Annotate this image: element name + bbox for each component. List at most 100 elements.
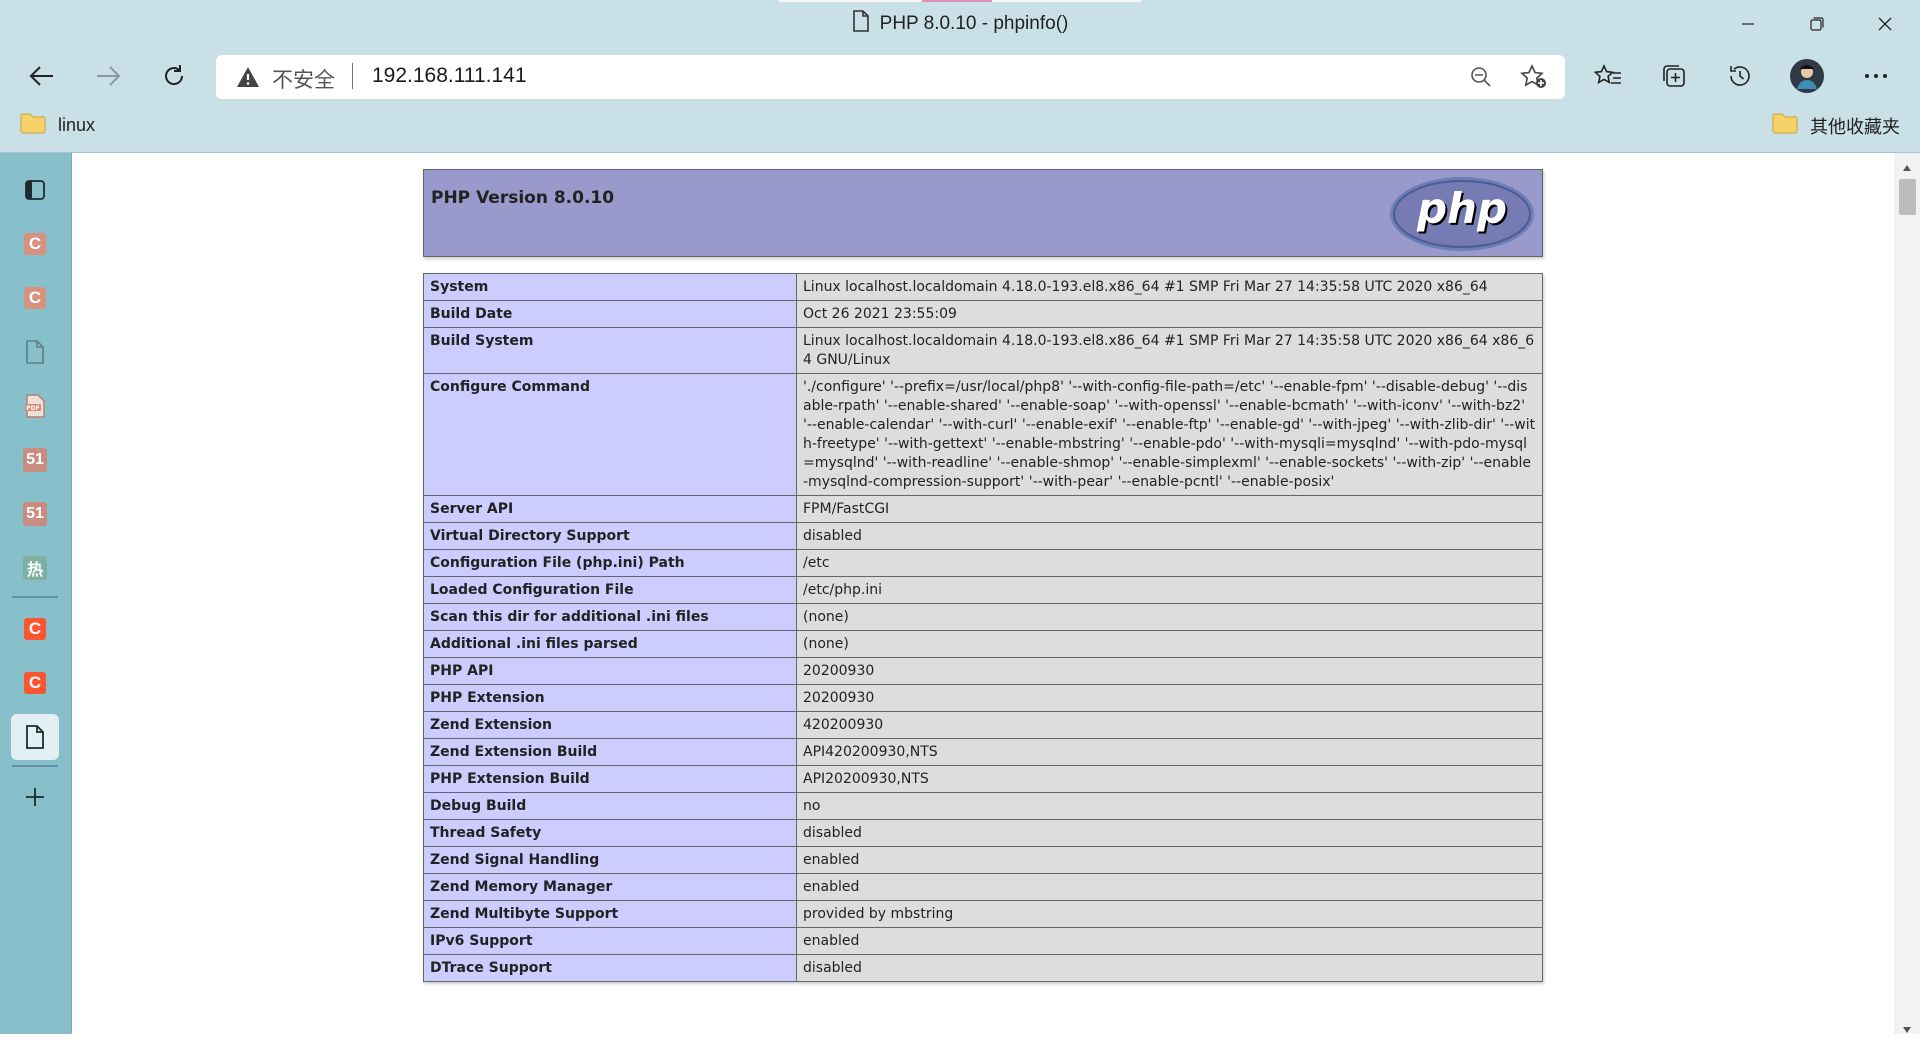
row-label: Debug Build: [423, 792, 797, 820]
table-row: Zend Multibyte Support provided by mbstri…: [423, 900, 1543, 928]
sidebar-tab[interactable]: C: [11, 606, 59, 652]
phpinfo-header: PHP Version 8.0.10 php php: [423, 169, 1543, 257]
sidebar-tab[interactable]: C: [11, 275, 59, 321]
zoom-out-icon[interactable]: [1465, 62, 1497, 92]
close-button[interactable]: [1865, 8, 1905, 40]
php-logo-text: php: [1416, 184, 1507, 233]
page-icon: [852, 10, 870, 38]
sidebar-tab[interactable]: PDF: [11, 383, 59, 429]
table-row: Configure Command './configure' '--prefix…: [423, 373, 1543, 496]
row-value: /etc: [796, 549, 1543, 577]
sidebar-tab[interactable]: 51: [11, 491, 59, 537]
row-label: System: [423, 273, 797, 301]
collections-icon: [1663, 65, 1685, 87]
page-icon: [26, 725, 44, 749]
scroll-down-icon[interactable]: [1902, 1021, 1912, 1039]
row-value: enabled: [796, 873, 1543, 901]
row-value: /etc/php.ini: [796, 576, 1543, 604]
forward-button[interactable]: [88, 58, 128, 94]
row-label: Zend Memory Manager: [423, 873, 797, 901]
row-value: disabled: [796, 954, 1543, 982]
vertical-scrollbar[interactable]: [1894, 153, 1920, 1034]
vertical-tabs-sidebar: C C PDF 51 51 热 C C: [0, 153, 72, 1034]
sidebar-divider: [12, 596, 58, 598]
sidebar-tab[interactable]: 51: [11, 437, 59, 483]
sidebar-tab[interactable]: 热: [11, 545, 59, 591]
restore-button[interactable]: [1797, 8, 1837, 40]
table-row: Debug Build no: [423, 792, 1543, 820]
bookmark-folder-linux[interactable]: linux: [20, 112, 95, 139]
warning-icon[interactable]: [236, 66, 260, 93]
more-icon: [1865, 74, 1887, 78]
add-favorite-icon[interactable]: [1517, 62, 1551, 92]
phpinfo-container: PHP Version 8.0.10 php php System Linux l…: [423, 169, 1543, 982]
table-row: Loaded Configuration File/etc/php.ini: [423, 576, 1543, 604]
window-title: PHP 8.0.10 - phpinfo(): [0, 10, 1920, 38]
table-row: Virtual Directory Support disabled: [423, 522, 1543, 550]
bookmarks-bar: linux 其他收藏夹: [0, 102, 1920, 153]
bookmark-label: linux: [58, 115, 96, 135]
row-value: API420200930,NTS: [796, 738, 1543, 766]
row-value: (none): [796, 630, 1543, 658]
url-text[interactable]: 192.168.111.141: [372, 64, 527, 88]
table-row: Zend Extension 420200930: [423, 711, 1543, 739]
favorites-button[interactable]: [1588, 58, 1628, 94]
row-label: PHP API: [423, 657, 797, 685]
table-row: Build Date Oct 26 2021 23:55:09: [423, 300, 1543, 328]
row-value: Oct 26 2021 23:55:09: [796, 300, 1543, 328]
address-bar[interactable]: 不安全 192.168.111.141: [216, 55, 1565, 99]
row-label: Configuration File (php.ini) Path: [423, 549, 797, 577]
window-title-text: PHP 8.0.10 - phpinfo(): [879, 13, 1069, 34]
row-value: 420200930: [796, 711, 1543, 739]
scrollbar-thumb[interactable]: [1899, 179, 1916, 215]
sidebar-tab-active[interactable]: [11, 714, 59, 760]
collections-button[interactable]: [1654, 58, 1694, 94]
bookmark-folder-other[interactable]: 其他收藏夹: [1772, 112, 1900, 139]
more-button[interactable]: [1856, 58, 1896, 94]
re-favicon: 热: [23, 556, 47, 580]
row-label: Additional .ini files parsed: [423, 630, 797, 658]
row-label: PHP Extension Build: [423, 765, 797, 793]
table-row: Build System Linux localhost.localdomain …: [423, 327, 1543, 374]
row-label: Zend Multibyte Support: [423, 900, 797, 928]
sidebar-tab[interactable]: C: [11, 660, 59, 706]
row-label: Scan this dir for additional .ini files: [423, 603, 797, 631]
refresh-button[interactable]: [154, 58, 194, 94]
profile-button[interactable]: [1787, 58, 1827, 94]
table-row: PHP Extension 20200930: [423, 684, 1543, 712]
table-row: Configuration File (php.ini) Path/etc: [423, 549, 1543, 577]
tab-actions-button[interactable]: [11, 167, 59, 213]
new-tab-icon: [26, 788, 44, 806]
favorites-icon: [1594, 64, 1621, 84]
sidebar-tab[interactable]: [11, 329, 59, 375]
row-value: Linux localhost.localdomain 4.18.0-193.e…: [796, 327, 1543, 374]
back-arrow-icon: [29, 66, 53, 86]
minimize-button[interactable]: [1728, 8, 1768, 40]
row-value: './configure' '--prefix=/usr/local/php8'…: [796, 373, 1543, 496]
bookmark-label: 其他收藏夹: [1810, 116, 1900, 137]
security-label[interactable]: 不安全: [272, 64, 335, 94]
51cto-favicon: 51: [23, 448, 47, 472]
csdn-favicon: C: [24, 233, 46, 255]
new-tab-button[interactable]: [11, 774, 59, 820]
row-label: Configure Command: [423, 373, 797, 496]
table-row: PHP API 20200930: [423, 657, 1543, 685]
table-row: Thread Safety disabled: [423, 819, 1543, 847]
page-icon: [26, 340, 44, 364]
history-button[interactable]: [1720, 58, 1760, 94]
scroll-up-icon[interactable]: [1902, 159, 1912, 177]
row-value: enabled: [796, 846, 1543, 874]
navigation-bar: 不安全 192.168.111.141: [0, 50, 1920, 102]
php-logo[interactable]: php php: [1388, 176, 1536, 257]
active-tab-accent: [922, 0, 992, 2]
phpinfo-table: System Linux localhost.localdomain 4.18.0…: [423, 273, 1543, 982]
table-row: Additional .ini files parsed (none): [423, 630, 1543, 658]
row-label: Zend Extension: [423, 711, 797, 739]
row-label: Build System: [423, 327, 797, 374]
back-button[interactable]: [22, 58, 62, 94]
sidebar-tab[interactable]: C: [11, 221, 59, 267]
row-label: Zend Signal Handling: [423, 846, 797, 874]
row-value: 20200930: [796, 684, 1543, 712]
row-value: 20200930: [796, 657, 1543, 685]
table-row: Zend Extension Build API420200930,NTS: [423, 738, 1543, 766]
